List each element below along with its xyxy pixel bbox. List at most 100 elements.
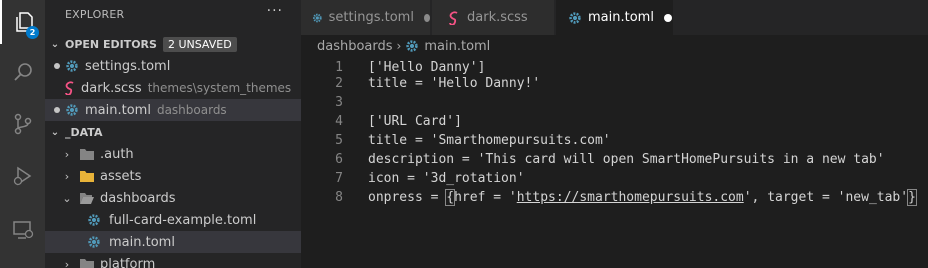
explorer-badge: 2 — [26, 26, 39, 39]
tree-item-label: dashboards — [100, 190, 176, 206]
chevron-down-icon: ⌄ — [62, 191, 72, 205]
line-number: 5 — [335, 133, 343, 148]
folder-section-header[interactable]: ⌄ _DATA — [45, 121, 301, 143]
breadcrumb: dashboards › main.toml — [301, 35, 928, 57]
matched-bracket-open: { — [445, 189, 456, 206]
tab-settings-toml[interactable]: settings.toml — [301, 0, 431, 35]
code-text[interactable]: ['Hello Danny'] — [368, 60, 485, 75]
gear-icon — [569, 11, 581, 24]
tree-folder[interactable]: ⌄ dashboards — [45, 187, 301, 209]
search-activity-button[interactable] — [0, 50, 45, 94]
tab-main-toml[interactable]: main.toml — [556, 0, 674, 35]
open-editor-name: settings.toml — [85, 58, 171, 74]
unsaved-dot-icon[interactable] — [423, 13, 430, 22]
folder-open-icon — [80, 193, 94, 204]
code-text[interactable]: description = 'This card will open Smart… — [368, 152, 885, 167]
gear-icon — [66, 60, 78, 72]
remote-explorer-icon — [12, 221, 33, 239]
code-text[interactable]: icon = '3d_rotation' — [368, 171, 525, 186]
explorer-activity-button[interactable]: 2 — [0, 0, 45, 44]
chevron-down-icon: ⌄ — [50, 126, 60, 138]
open-editor-name: dark.scss — [81, 80, 142, 96]
chevron-right-icon: › — [64, 169, 70, 183]
unsaved-dot-icon[interactable] — [54, 107, 60, 113]
folder-icon — [80, 171, 94, 182]
open-editor-item[interactable]: settings.toml — [45, 55, 301, 77]
folder-section-label: _DATA — [65, 125, 103, 139]
breadcrumb-folder[interactable]: dashboards — [317, 39, 393, 54]
code-line: 4 ['URL Card'] — [301, 112, 928, 131]
gear-icon — [66, 104, 78, 116]
tree-item-label: platform — [100, 256, 156, 268]
open-editor-desc: themes\system_themes — [147, 81, 292, 95]
editor-tabs: settings.toml dark.scss main.toml — [301, 0, 928, 35]
tree-file[interactable]: full-card-example.toml — [45, 209, 301, 231]
unsaved-dot-icon[interactable] — [663, 13, 672, 22]
tree-file[interactable]: main.toml — [45, 231, 301, 253]
gear-icon — [312, 13, 322, 22]
open-editor-desc: dashboards — [156, 103, 227, 117]
tab-label: main.toml — [588, 10, 654, 25]
gear-icon — [88, 236, 100, 248]
code-text[interactable]: ['URL Card'] — [368, 114, 462, 129]
source-control-activity-button[interactable] — [0, 102, 45, 146]
tab-dark-scss[interactable]: dark.scss — [432, 0, 555, 35]
code-text[interactable]: title = 'Hello Danny!' — [368, 76, 540, 91]
line-number: 2 — [335, 76, 343, 91]
gear-icon — [88, 214, 100, 226]
run-debug-activity-button[interactable] — [0, 154, 45, 198]
tab-label: settings.toml — [328, 10, 414, 25]
code-line: 5 title = 'Smarthomepursuits.com' — [301, 131, 928, 150]
code-editor[interactable]: 1 ['Hello Danny'] 2 title = 'Hello Danny!'… — [301, 57, 928, 268]
code-line: 3 — [301, 93, 928, 112]
code-text[interactable]: title = 'Smarthomepursuits.com' — [368, 133, 611, 148]
run-debug-icon — [13, 166, 31, 186]
line-number: 3 — [335, 95, 343, 110]
chevron-right-icon: › — [64, 147, 70, 161]
unsaved-badge: 2 UNSAVED — [162, 36, 237, 52]
folder-icon — [80, 259, 94, 268]
matched-bracket-close: } — [907, 189, 917, 206]
code-line: 7 icon = '3d_rotation' — [301, 169, 928, 188]
sass-icon — [65, 81, 74, 95]
more-actions-button[interactable]: ··· — [267, 3, 283, 19]
code-line: 2 title = 'Hello Danny!' — [301, 74, 928, 93]
chevron-right-icon: › — [64, 257, 70, 268]
tree-item-label: full-card-example.toml — [109, 212, 257, 228]
code-segment: onpress = — [368, 190, 447, 205]
code-line: 6 description = 'This card will open Smar… — [301, 150, 928, 169]
code-line: 8 onpress = {href = 'https://smarthomepur… — [301, 188, 928, 207]
explorer-sidebar: EXPLORER ··· ⌄ OPEN EDITORS 2 UNSAVED se… — [45, 0, 301, 268]
open-editors-label: OPEN EDITORS — [65, 37, 157, 51]
tree-folder[interactable]: › assets — [45, 165, 301, 187]
gear-icon — [406, 40, 419, 52]
tab-label: dark.scss — [467, 10, 528, 25]
tree-folder[interactable]: › platform — [45, 253, 301, 268]
sass-icon — [449, 10, 458, 25]
tree-item-label: .auth — [100, 146, 134, 162]
tree-item-label: assets — [100, 168, 142, 184]
tree-item-label: main.toml — [109, 234, 175, 250]
code-text-line-8[interactable]: onpress = {href = 'https://smarthomepurs… — [368, 189, 917, 206]
line-number: 7 — [335, 171, 343, 186]
sidebar-title: EXPLORER — [65, 8, 125, 21]
chevron-right-icon: › — [396, 39, 402, 53]
search-icon — [13, 63, 32, 81]
breadcrumb-file[interactable]: main.toml — [424, 39, 490, 54]
unsaved-dot-icon[interactable] — [54, 63, 60, 69]
tree-folder[interactable]: › .auth — [45, 143, 301, 165]
code-segment: href = ' — [454, 190, 517, 205]
line-number: 8 — [335, 190, 343, 205]
open-editors-header[interactable]: ⌄ OPEN EDITORS 2 UNSAVED — [45, 33, 301, 55]
line-number: 1 — [335, 60, 343, 75]
remote-explorer-activity-button[interactable] — [0, 208, 45, 252]
open-editor-name: main.toml — [85, 102, 151, 118]
folder-icon — [80, 149, 94, 160]
activity-bar: 2 — [0, 0, 45, 268]
open-editor-item[interactable]: dark.scss themes\system_themes — [45, 77, 301, 99]
chevron-down-icon: ⌄ — [50, 38, 60, 50]
line-number: 6 — [335, 152, 343, 167]
open-editor-item[interactable]: main.toml dashboards — [45, 99, 301, 121]
source-control-icon — [14, 113, 31, 135]
code-link[interactable]: https://smarthomepursuits.com — [517, 190, 744, 205]
